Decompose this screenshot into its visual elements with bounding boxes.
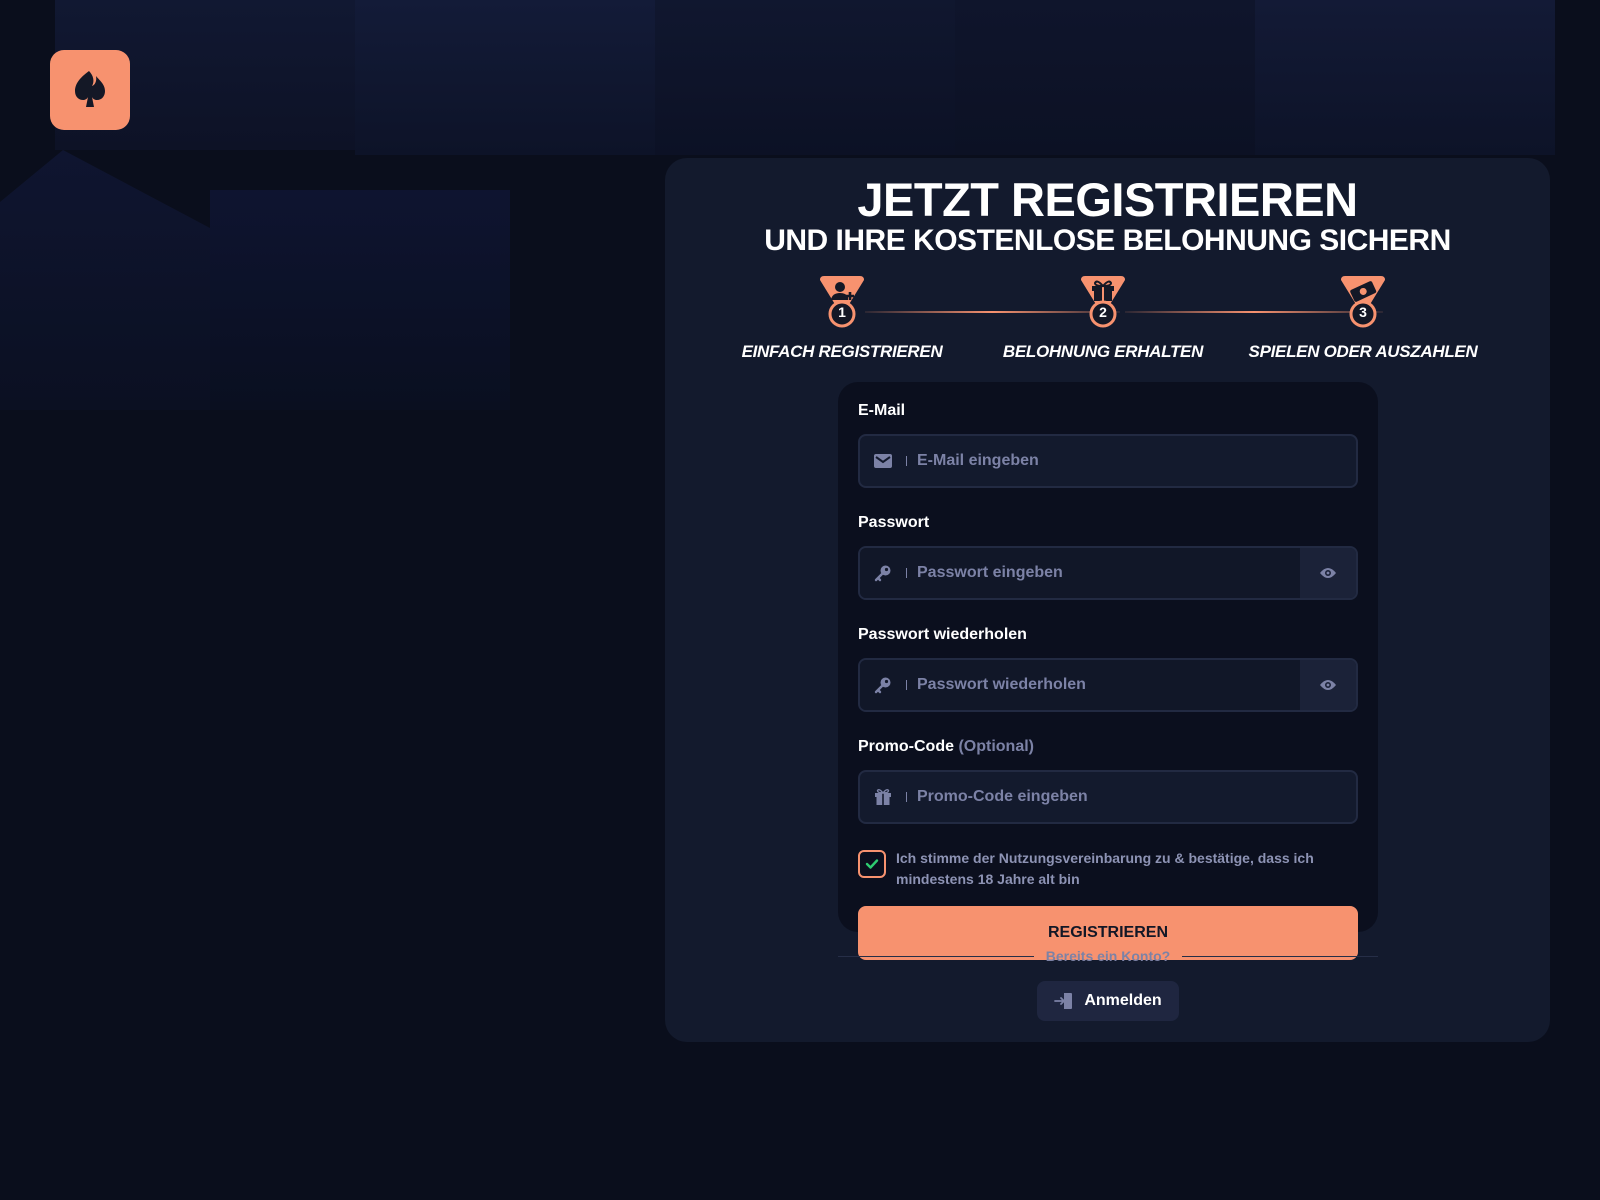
eye-icon: [1320, 568, 1337, 578]
step-label: SPIELEN ODER AUSZAHLEN: [1248, 342, 1478, 361]
divider-text: Bereits ein Konto?: [1045, 948, 1171, 964]
page-subtitle: UND IHRE KOSTENLOSE BELOHNUNG SICHERN: [764, 224, 1451, 257]
password-repeat-field-wrapper: [858, 658, 1358, 712]
promo-field-wrapper: [858, 770, 1358, 824]
step-badge: 2: [1079, 276, 1127, 330]
password-repeat-label: Passwort wiederholen: [858, 626, 1027, 643]
promo-label: Promo-Code (Optional): [858, 738, 1358, 758]
step-label: BELOHNUNG ERHALTEN: [1002, 342, 1204, 361]
email-field-wrapper: [858, 434, 1358, 488]
background-tile: [955, 0, 1255, 155]
show-password-repeat-button[interactable]: [1300, 660, 1356, 710]
user-plus-icon: [820, 276, 864, 328]
key-icon: [874, 565, 891, 582]
brand-logo[interactable]: [50, 50, 130, 130]
step-2: 2 BELOHNUNG ERHALTEN: [983, 276, 1223, 362]
step-3: 3 SPIELEN ODER AUSZAHLEN: [1243, 276, 1483, 362]
email-label: E-Mail: [858, 402, 906, 419]
terms-checkbox[interactable]: [858, 850, 886, 878]
login-icon: [1054, 993, 1073, 1009]
field-separator: [906, 792, 907, 802]
field-separator: [906, 456, 907, 466]
show-password-button[interactable]: [1300, 548, 1356, 598]
background-shape: [0, 150, 210, 410]
steps-progress: 1 EINFACH REGISTRIEREN 2 BELOHNUNG ERHAL…: [665, 276, 1550, 361]
cash-icon: [1341, 276, 1385, 328]
mail-icon: [874, 454, 892, 468]
email-input[interactable]: [917, 436, 1356, 486]
register-panel: JETZT REGISTRIEREN UND IHRE KOSTENLOSE B…: [665, 158, 1550, 1042]
background-tile: [355, 0, 655, 155]
password-repeat-input[interactable]: [917, 660, 1301, 710]
step-1: 1 EINFACH REGISTRIEREN: [722, 276, 962, 362]
eye-icon: [1320, 680, 1337, 690]
background-shape: [210, 190, 510, 410]
login-button[interactable]: Anmelden: [1037, 981, 1179, 1021]
password-input[interactable]: [917, 548, 1301, 598]
login-label: Anmelden: [1084, 992, 1162, 1009]
password-field-wrapper: [858, 546, 1358, 600]
promo-label-text: Promo-Code: [858, 738, 954, 755]
check-icon: [865, 859, 879, 869]
step-number: 2: [1099, 304, 1107, 320]
terms-agreement: Ich stimme der Nutzungsvereinbarung zu &…: [858, 848, 1358, 890]
password-label: Passwort: [858, 514, 930, 531]
terms-text: Ich stimme der Nutzungsvereinbarung zu &…: [896, 850, 1314, 887]
gift-icon: [1081, 276, 1125, 328]
register-form: E-Mail Passwort: [838, 382, 1378, 960]
step-number: 3: [1359, 304, 1367, 320]
promo-optional-text: (Optional): [958, 738, 1034, 755]
step-badge: 3: [1339, 276, 1387, 330]
background-tile: [655, 0, 955, 155]
login-divider: Bereits ein Konto?: [838, 946, 1378, 966]
field-separator: [906, 680, 907, 690]
step-number: 1: [838, 304, 846, 320]
spade-flame-icon: [75, 71, 105, 107]
step-badge: 1: [818, 276, 866, 330]
field-separator: [906, 568, 907, 578]
promo-code-input[interactable]: [917, 772, 1356, 822]
page-title: JETZT REGISTRIEREN: [857, 173, 1358, 226]
background-tile: [1255, 0, 1555, 155]
step-label: EINFACH REGISTRIEREN: [741, 342, 943, 361]
gift-icon: [875, 788, 891, 805]
key-icon: [874, 677, 891, 694]
